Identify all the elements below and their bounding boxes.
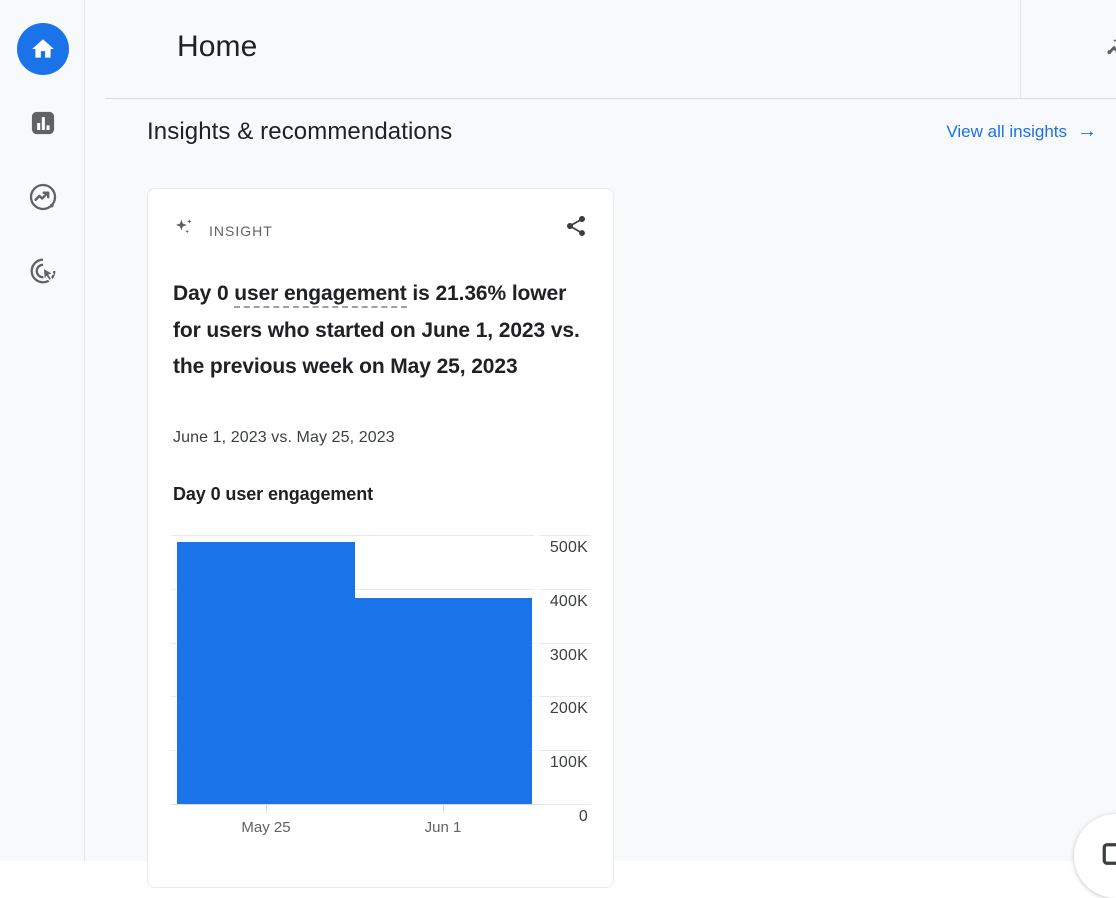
app-header: Home bbox=[85, 0, 1116, 99]
sidebar-item-explore[interactable] bbox=[17, 171, 69, 223]
y-axis-label: 200K bbox=[539, 700, 588, 718]
share-icon bbox=[564, 214, 588, 243]
app-navigation-rail bbox=[0, 0, 85, 861]
x-axis-label: Jun 1 bbox=[383, 819, 503, 836]
arrow-right-icon: → bbox=[1077, 121, 1097, 141]
x-axis-tick bbox=[266, 805, 267, 813]
sidebar-item-reports[interactable] bbox=[17, 97, 69, 149]
view-all-insights-label: View all insights bbox=[946, 122, 1067, 142]
home-icon bbox=[30, 36, 56, 62]
insight-card-header: INSIGHT bbox=[173, 214, 590, 244]
insights-section-title: Insights & recommendations bbox=[147, 118, 452, 146]
y-axis-tick-rule bbox=[539, 750, 591, 751]
insight-headline-prefix: Day 0 bbox=[173, 282, 234, 305]
chart-bar[interactable] bbox=[354, 598, 532, 804]
insights-section-header: Insights & recommendations View all insi… bbox=[147, 118, 1097, 152]
chart-bar[interactable] bbox=[177, 542, 355, 804]
y-axis-label: 0 bbox=[539, 808, 588, 826]
insights-toggle-button[interactable] bbox=[1093, 24, 1116, 74]
y-axis-label: 400K bbox=[539, 593, 588, 611]
sparkle-icon bbox=[173, 216, 197, 245]
sidebar-item-home[interactable] bbox=[17, 23, 69, 75]
content-area: Insights & recommendations View all insi… bbox=[85, 99, 1116, 861]
insights-sparkline-icon bbox=[1103, 32, 1116, 67]
header-divider-vertical bbox=[1020, 0, 1021, 98]
insight-bar-chart: 500K 400K 300K 200K 100K 0 May 25 Jun 1 bbox=[171, 535, 591, 845]
insight-headline: Day 0 user engagement is 21.36% lower fo… bbox=[173, 276, 593, 386]
y-axis-tick-rule bbox=[539, 696, 591, 697]
insight-card[interactable]: INSIGHT Day 0 user engagement is 21.36% … bbox=[147, 188, 614, 888]
page-title: Home bbox=[177, 30, 257, 64]
sidebar-item-advertising[interactable] bbox=[17, 245, 69, 297]
y-axis-tick-rule bbox=[539, 804, 591, 805]
y-axis-tick-rule bbox=[539, 643, 591, 644]
feedback-icon bbox=[1101, 839, 1116, 874]
share-insight-button[interactable] bbox=[562, 214, 590, 242]
y-axis-tick-rule bbox=[539, 589, 591, 590]
y-axis-label: 500K bbox=[539, 539, 588, 557]
advertising-target-cursor-icon bbox=[28, 256, 58, 286]
x-axis-label: May 25 bbox=[206, 819, 326, 836]
insight-badge-label: INSIGHT bbox=[209, 223, 273, 239]
y-axis-label: 300K bbox=[539, 647, 588, 665]
chart-title: Day 0 user engagement bbox=[173, 484, 373, 505]
insight-metric-term[interactable]: user engagement bbox=[234, 282, 406, 308]
insight-date-range: June 1, 2023 vs. May 25, 2023 bbox=[173, 429, 395, 447]
y-axis-tick-rule bbox=[539, 535, 591, 536]
view-all-insights-link[interactable]: View all insights → bbox=[946, 122, 1097, 142]
chart-baseline bbox=[171, 804, 591, 805]
reports-bar-chart-icon bbox=[29, 109, 57, 137]
y-axis-label: 100K bbox=[539, 754, 588, 772]
explore-trend-icon bbox=[28, 182, 58, 212]
insight-badge: INSIGHT bbox=[173, 216, 273, 245]
x-axis-tick bbox=[443, 805, 444, 813]
chart-gridline bbox=[171, 535, 534, 536]
